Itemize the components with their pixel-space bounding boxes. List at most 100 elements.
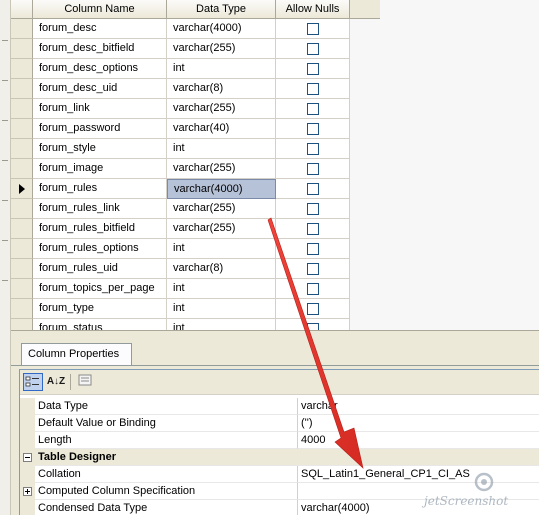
data-type-cell[interactable]: varchar(255): [167, 39, 276, 59]
column-name-cell[interactable]: forum_type: [33, 299, 167, 319]
property-pages-icon[interactable]: [75, 373, 95, 391]
allow-nulls-checkbox[interactable]: [307, 183, 319, 195]
table-row[interactable]: forum_type int: [11, 299, 350, 319]
allow-nulls-checkbox[interactable]: [307, 223, 319, 235]
row-selector[interactable]: [11, 119, 33, 139]
row-selector[interactable]: [11, 279, 33, 299]
property-row[interactable]: Data Type varchar: [20, 398, 539, 415]
collapse-icon[interactable]: [23, 453, 32, 462]
data-type-cell[interactable]: int: [167, 59, 276, 79]
allow-nulls-checkbox[interactable]: [307, 103, 319, 115]
row-selector-header[interactable]: [11, 0, 33, 19]
table-row[interactable]: forum_style int: [11, 139, 350, 159]
allow-nulls-checkbox[interactable]: [307, 323, 319, 330]
row-selector[interactable]: [11, 259, 33, 279]
row-selector[interactable]: [11, 59, 33, 79]
allow-nulls-checkbox[interactable]: [307, 83, 319, 95]
property-value[interactable]: varchar: [298, 398, 539, 415]
data-type-cell[interactable]: varchar(255): [167, 159, 276, 179]
allow-nulls-checkbox[interactable]: [307, 283, 319, 295]
allow-nulls-checkbox[interactable]: [307, 143, 319, 155]
column-name-cell[interactable]: forum_rules_link: [33, 199, 167, 219]
data-type-cell[interactable]: int: [167, 279, 276, 299]
property-value[interactable]: (''): [298, 415, 539, 432]
data-type-cell[interactable]: int: [167, 239, 276, 259]
table-row[interactable]: forum_topics_per_page int: [11, 279, 350, 299]
table-row[interactable]: forum_image varchar(255): [11, 159, 350, 179]
column-name-header[interactable]: Column Name: [33, 0, 167, 19]
categorized-icon[interactable]: [23, 373, 43, 391]
allow-nulls-checkbox[interactable]: [307, 43, 319, 55]
grid-body: forum_desc varchar(4000) forum_desc_bitfie…: [11, 19, 350, 330]
row-selector[interactable]: [11, 159, 33, 179]
row-selector[interactable]: [11, 19, 33, 39]
row-selector[interactable]: [11, 39, 33, 59]
expand-icon[interactable]: [23, 487, 32, 496]
allow-nulls-checkbox[interactable]: [307, 243, 319, 255]
column-name-cell[interactable]: forum_rules_bitfield: [33, 219, 167, 239]
allow-nulls-checkbox[interactable]: [307, 163, 319, 175]
tab-column-properties[interactable]: Column Properties: [21, 343, 132, 366]
table-row[interactable]: forum_desc_uid varchar(8): [11, 79, 350, 99]
data-type-cell[interactable]: varchar(4000): [167, 179, 276, 199]
data-type-cell[interactable]: varchar(255): [167, 219, 276, 239]
column-name-cell[interactable]: forum_topics_per_page: [33, 279, 167, 299]
table-row[interactable]: forum_desc varchar(4000): [11, 19, 350, 39]
column-name-cell[interactable]: forum_rules_uid: [33, 259, 167, 279]
allow-nulls-header[interactable]: Allow Nulls: [276, 0, 350, 19]
column-name-cell[interactable]: forum_image: [33, 159, 167, 179]
column-name-cell[interactable]: forum_desc_options: [33, 59, 167, 79]
table-row[interactable]: forum_rules_link varchar(255): [11, 199, 350, 219]
table-row[interactable]: forum_desc_options int: [11, 59, 350, 79]
allow-nulls-checkbox[interactable]: [307, 203, 319, 215]
column-name-cell[interactable]: forum_desc_bitfield: [33, 39, 167, 59]
data-type-cell[interactable]: int: [167, 319, 276, 330]
column-name-cell[interactable]: forum_password: [33, 119, 167, 139]
property-value[interactable]: 4000: [298, 432, 539, 449]
allow-nulls-checkbox[interactable]: [307, 63, 319, 75]
column-name-cell[interactable]: forum_status: [33, 319, 167, 330]
allow-nulls-cell: [276, 219, 350, 239]
column-name-cell[interactable]: forum_link: [33, 99, 167, 119]
table-row[interactable]: forum_rules varchar(4000): [11, 179, 350, 199]
property-row[interactable]: Default Value or Binding (''): [20, 415, 539, 432]
table-row[interactable]: forum_password varchar(40): [11, 119, 350, 139]
column-name-cell[interactable]: forum_style: [33, 139, 167, 159]
table-row[interactable]: forum_rules_options int: [11, 239, 350, 259]
allow-nulls-checkbox[interactable]: [307, 263, 319, 275]
data-type-cell[interactable]: int: [167, 299, 276, 319]
table-row[interactable]: forum_rules_bitfield varchar(255): [11, 219, 350, 239]
allow-nulls-cell: [276, 139, 350, 159]
column-name-cell[interactable]: forum_rules: [33, 179, 167, 199]
data-type-cell[interactable]: varchar(40): [167, 119, 276, 139]
table-row[interactable]: forum_desc_bitfield varchar(255): [11, 39, 350, 59]
row-selector[interactable]: [11, 179, 33, 199]
row-selector[interactable]: [11, 319, 33, 330]
data-type-cell[interactable]: varchar(8): [167, 79, 276, 99]
allow-nulls-checkbox[interactable]: [307, 123, 319, 135]
table-row[interactable]: forum_rules_uid varchar(8): [11, 259, 350, 279]
property-category[interactable]: Table Designer: [20, 449, 539, 466]
row-selector[interactable]: [11, 139, 33, 159]
column-name-cell[interactable]: forum_desc_uid: [33, 79, 167, 99]
property-row[interactable]: Length 4000: [20, 432, 539, 449]
data-type-cell[interactable]: varchar(8): [167, 259, 276, 279]
row-selector[interactable]: [11, 199, 33, 219]
row-selector[interactable]: [11, 299, 33, 319]
data-type-header[interactable]: Data Type: [167, 0, 276, 19]
row-selector[interactable]: [11, 239, 33, 259]
column-name-cell[interactable]: forum_rules_options: [33, 239, 167, 259]
row-selector[interactable]: [11, 79, 33, 99]
data-type-cell[interactable]: int: [167, 139, 276, 159]
data-type-cell[interactable]: varchar(255): [167, 199, 276, 219]
table-row[interactable]: forum_status int: [11, 319, 350, 330]
table-row[interactable]: forum_link varchar(255): [11, 99, 350, 119]
data-type-cell[interactable]: varchar(4000): [167, 19, 276, 39]
allow-nulls-checkbox[interactable]: [307, 303, 319, 315]
data-type-cell[interactable]: varchar(255): [167, 99, 276, 119]
row-selector[interactable]: [11, 219, 33, 239]
allow-nulls-checkbox[interactable]: [307, 23, 319, 35]
alphabetical-sort-icon[interactable]: A↓Z: [46, 373, 66, 391]
row-selector[interactable]: [11, 99, 33, 119]
column-name-cell[interactable]: forum_desc: [33, 19, 167, 39]
